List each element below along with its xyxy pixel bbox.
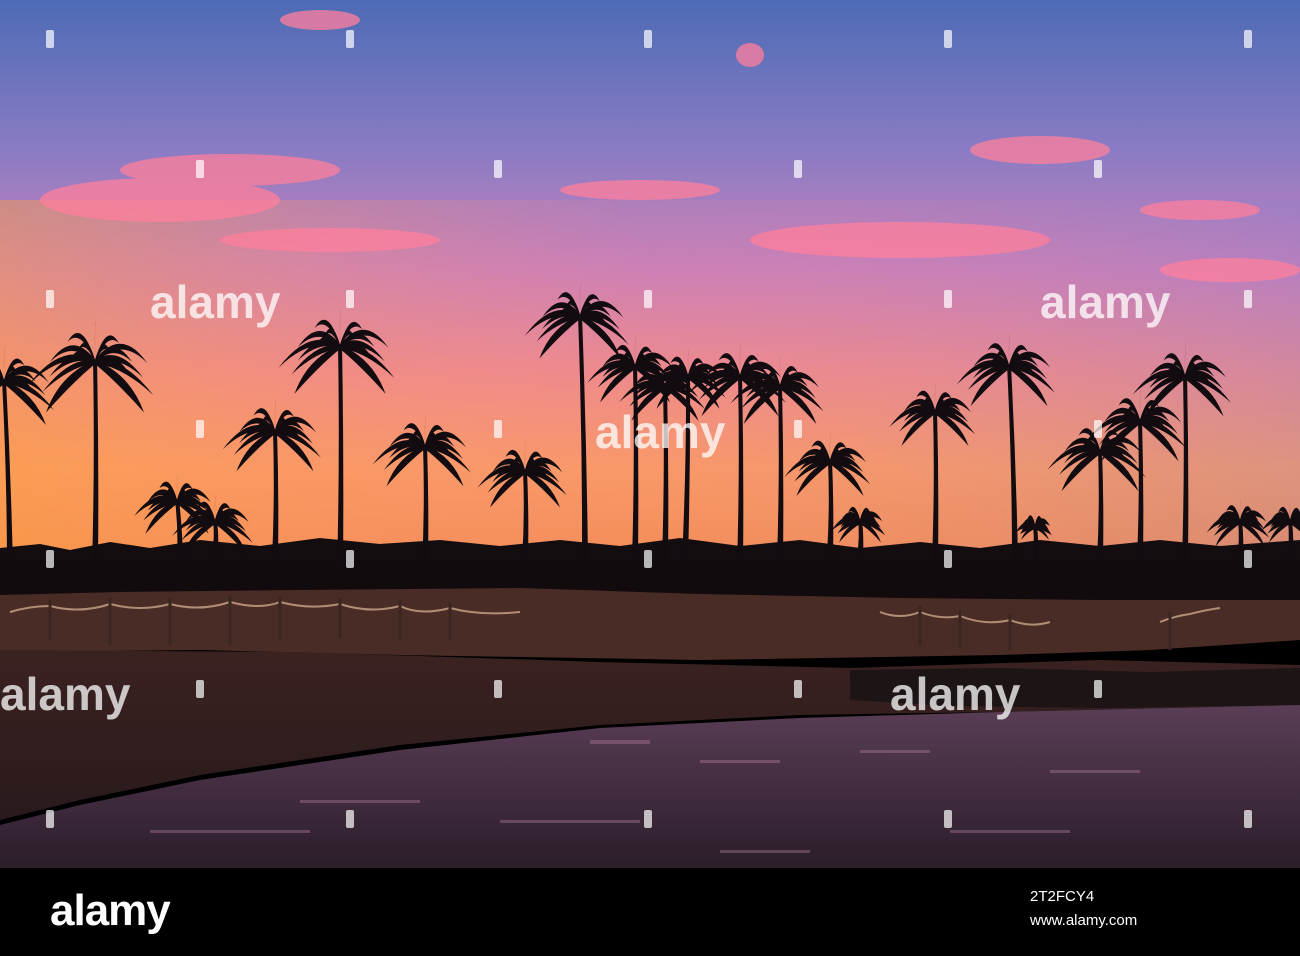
watermark-mark xyxy=(346,30,354,48)
watermark-mark xyxy=(794,160,802,178)
watermark-mark xyxy=(196,680,204,698)
watermark-mark xyxy=(794,420,802,438)
watermark-mark xyxy=(1094,420,1102,438)
watermark-mark xyxy=(644,30,652,48)
watermark-mark xyxy=(346,550,354,568)
watermark-text: alamy xyxy=(0,668,131,720)
watermark-mark xyxy=(1094,160,1102,178)
watermark-mark xyxy=(346,810,354,828)
watermark-mark xyxy=(494,160,502,178)
watermark-mark xyxy=(944,550,952,568)
watermark-text: alamy xyxy=(1040,276,1171,328)
watermark-mark xyxy=(794,680,802,698)
watermark-mark xyxy=(644,810,652,828)
watermark-mark xyxy=(46,30,54,48)
watermark-mark xyxy=(1244,290,1252,308)
watermark-mark xyxy=(196,160,204,178)
watermark-mark xyxy=(46,550,54,568)
watermark-mark xyxy=(944,30,952,48)
watermark-mark xyxy=(346,290,354,308)
photo-canvas: alamy alamy alamy alamy alamy xyxy=(0,0,1300,868)
watermark-mark xyxy=(1244,30,1252,48)
footer-bar: alamy 2T2FCY4 www.alamy.com xyxy=(0,868,1300,956)
watermark-mark xyxy=(46,810,54,828)
watermark-mark xyxy=(644,290,652,308)
watermark-text: alamy xyxy=(150,276,281,328)
alamy-logo: alamy xyxy=(50,886,171,935)
watermark-mark xyxy=(1244,550,1252,568)
watermark-mark xyxy=(1244,810,1252,828)
watermark-mark xyxy=(1094,680,1102,698)
watermark-mark xyxy=(944,290,952,308)
image-id: 2T2FCY4 xyxy=(1030,888,1095,905)
site-url: www.alamy.com xyxy=(1030,912,1138,929)
watermark-mark xyxy=(46,290,54,308)
watermark-mark xyxy=(196,420,204,438)
sunset-beach-photo: alamy alamy alamy alamy alamy xyxy=(0,0,1300,868)
watermark-text: alamy xyxy=(890,668,1021,720)
watermark-mark xyxy=(494,680,502,698)
watermark-text: alamy xyxy=(595,406,726,458)
watermark-mark xyxy=(644,550,652,568)
watermark-mark xyxy=(494,420,502,438)
watermark-mark xyxy=(944,810,952,828)
